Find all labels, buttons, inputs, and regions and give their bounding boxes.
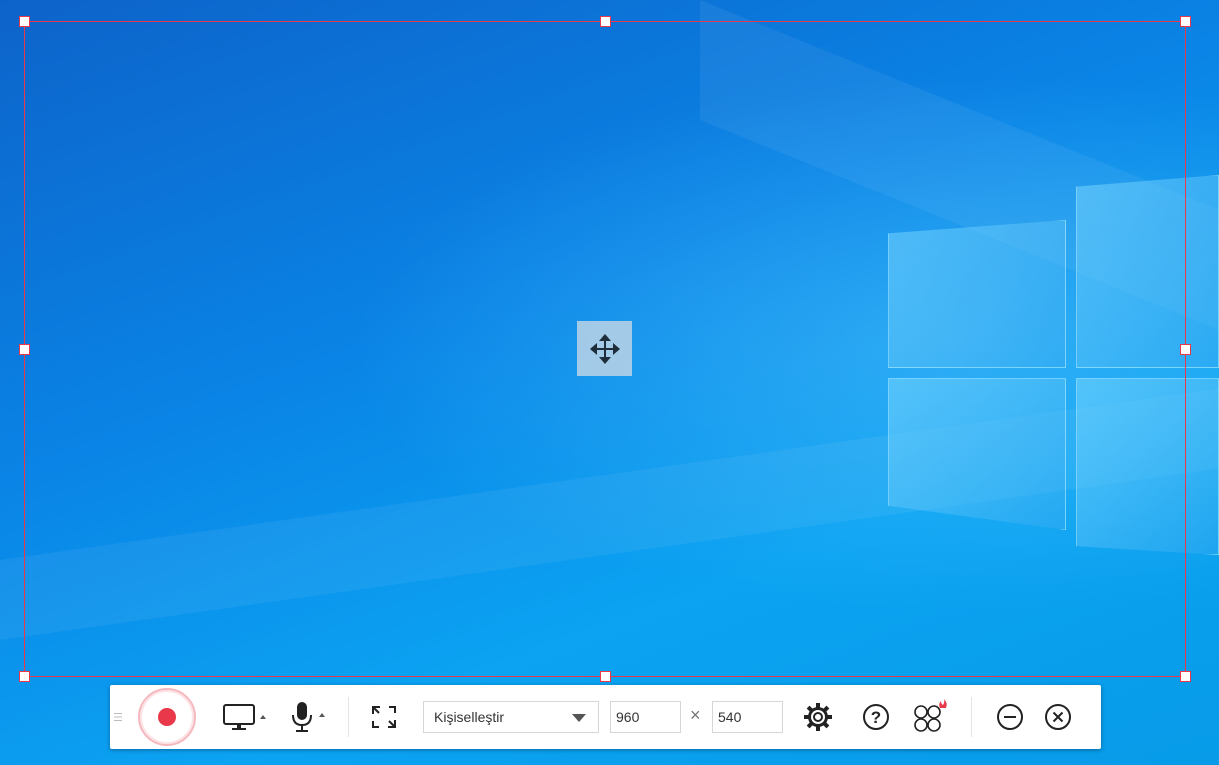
resize-handle-bottom-left[interactable] [19, 671, 30, 682]
microphone-icon [292, 702, 325, 732]
close-button[interactable] [1042, 702, 1074, 732]
resize-handle-left[interactable] [19, 344, 30, 355]
chevron-down-icon [572, 714, 586, 722]
resize-handle-right[interactable] [1180, 344, 1191, 355]
more-tools-button[interactable] [910, 695, 950, 735]
move-region-button[interactable] [577, 321, 632, 376]
record-icon [138, 688, 196, 746]
microphone-button[interactable] [287, 699, 329, 735]
dimension-separator: × [690, 705, 701, 725]
monitor-icon [223, 704, 266, 730]
toolbar-divider [348, 697, 349, 737]
help-button[interactable]: ? [860, 702, 892, 732]
circles-icon [914, 699, 947, 732]
record-button[interactable] [138, 688, 196, 746]
minimize-button[interactable] [994, 702, 1026, 732]
height-input[interactable] [712, 701, 783, 733]
resize-handle-bottom[interactable] [600, 671, 611, 682]
fullscreen-button[interactable] [368, 703, 400, 731]
settings-button[interactable] [801, 702, 835, 732]
move-arrows-icon [589, 333, 620, 364]
width-input[interactable] [610, 701, 681, 733]
grip-icon[interactable] [112, 707, 124, 727]
gear-icon [804, 703, 832, 731]
region-preset-value: Kişiselleştir [434, 709, 505, 725]
close-circle-icon [1045, 704, 1071, 730]
screen-source-button[interactable] [220, 701, 270, 733]
resize-handle-bottom-right[interactable] [1180, 671, 1191, 682]
minus-circle-icon [997, 704, 1023, 730]
resize-handle-top-right[interactable] [1180, 16, 1191, 27]
recorder-toolbar: Kişiselleştir × ? [110, 685, 1101, 749]
resize-handle-top-left[interactable] [19, 16, 30, 27]
resize-handle-top[interactable] [600, 16, 611, 27]
svg-text:?: ? [871, 708, 881, 727]
region-preset-select[interactable]: Kişiselleştir [423, 701, 599, 733]
expand-icon [372, 706, 396, 728]
question-icon: ? [863, 704, 889, 730]
toolbar-divider [971, 697, 972, 737]
